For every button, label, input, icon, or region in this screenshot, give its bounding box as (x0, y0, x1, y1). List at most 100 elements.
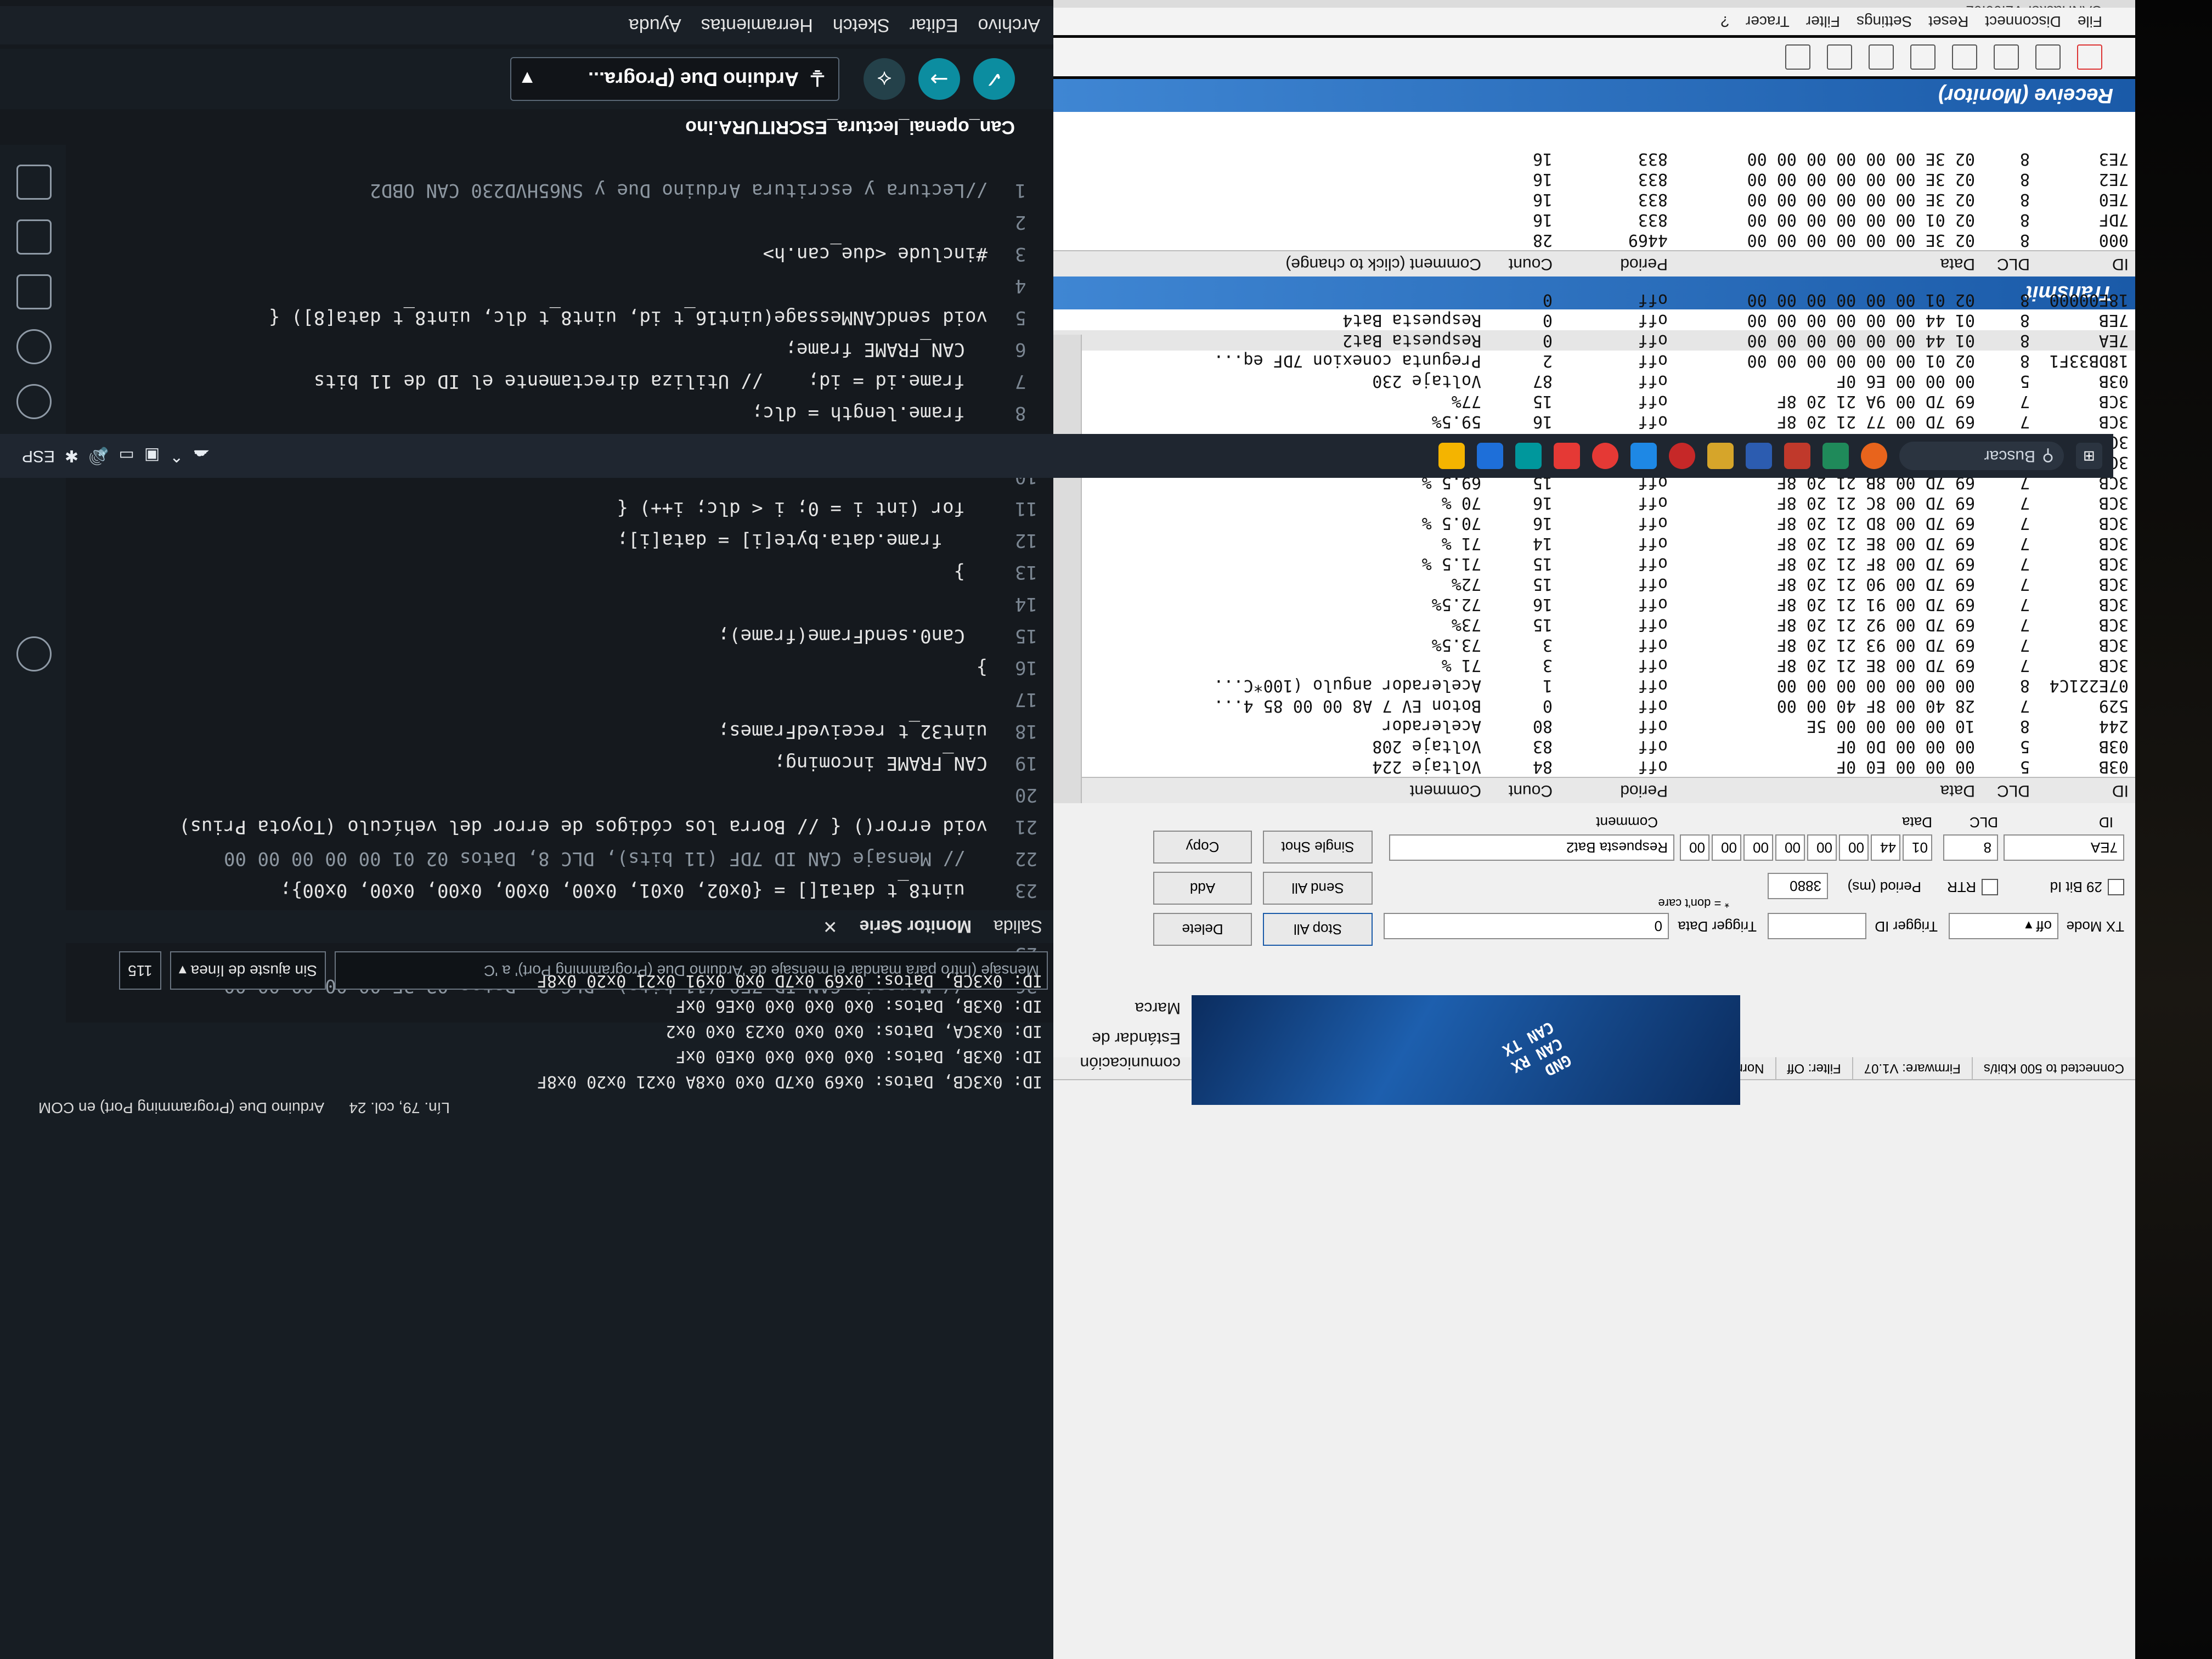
column-header[interactable]: Comment (click to change) (1071, 251, 1488, 276)
copy-button[interactable]: Copy (1153, 831, 1252, 864)
app-icon-red[interactable] (1669, 443, 1695, 469)
tx-data-byte-input[interactable]: 00 (1807, 834, 1837, 861)
table-row[interactable]: 03B 5 00 00 00 E6 0F off 87 Voltaje 230 (1053, 371, 2135, 391)
tx-data-byte-input[interactable]: 44 (1871, 834, 1900, 861)
column-header[interactable]: DLC (1982, 251, 2036, 276)
29bit-checkbox[interactable] (2108, 879, 2124, 895)
tx-data-byte-input[interactable]: 00 (1839, 834, 1869, 861)
tab-serial-monitor[interactable]: Monitor Serie (860, 917, 972, 937)
tx-comment-input[interactable]: Respuesta Bat2 (1389, 834, 1674, 861)
cloud-icon[interactable]: ☁ (193, 447, 210, 466)
transmit-scrollbar[interactable] (1053, 335, 1082, 803)
menu-item-sketch[interactable]: Sketch (833, 15, 890, 36)
column-header[interactable]: Data (1674, 778, 1982, 803)
folder-icon[interactable] (16, 165, 52, 200)
save-icon[interactable] (1827, 44, 1852, 70)
column-header[interactable]: Count (1488, 778, 1559, 803)
bluetooth-icon[interactable]: ✱ (65, 447, 78, 466)
menu-item-editar[interactable]: Editar (910, 15, 958, 36)
reset-icon[interactable] (1994, 44, 2019, 70)
receive-grid[interactable]: ID DLC Data Period Count Comment (click to ch… (1053, 112, 2135, 276)
verify-button[interactable]: ✓ (973, 58, 1015, 100)
tracer-icon[interactable] (1785, 44, 1810, 70)
delete-button[interactable]: Delete (1153, 913, 1252, 946)
record-icon[interactable] (1592, 443, 1618, 469)
tx-data-byte-input[interactable]: 00 (1712, 834, 1741, 861)
board-selector[interactable]: ⏚ Arduino Due (Progra... ▾ (510, 57, 839, 101)
table-row[interactable]: 03B 5 00 00 00 E0 0F off 84 Voltaje 224 (1053, 757, 2135, 777)
arduino-icon[interactable] (1515, 443, 1542, 469)
menu-item-ayuda[interactable]: Ayuda (629, 15, 681, 36)
table-row[interactable]: 3CB 7 69 7D 00 9A 21 20 8F off 15 77% (1053, 391, 2135, 411)
stop-all-button[interactable]: Stop All (1263, 913, 1373, 946)
tx-dlc-input[interactable]: 8 (1943, 834, 1998, 861)
code-editor[interactable]: 1 //Lectura y escritura Arduino Due y SN6… (66, 145, 1053, 1023)
add-button[interactable]: Add (1153, 872, 1252, 905)
column-header[interactable]: Count (1488, 251, 1559, 276)
app-icon-blue[interactable] (1477, 443, 1503, 469)
table-row[interactable]: 7EB 8 01 44 00 00 00 00 00 00 off 0 Respuesta… (1053, 310, 2135, 330)
table-row[interactable]: 3CB 7 69 7D 00 8E 21 20 8F off 14 71 % (1053, 533, 2135, 554)
weather-icon[interactable] (1861, 443, 1887, 469)
column-header[interactable]: ID (2036, 251, 2135, 276)
table-row[interactable]: 3CB 7 69 7D 00 77 21 20 8F off 16 59.5% (1053, 411, 2135, 432)
new-icon[interactable] (1910, 44, 1936, 70)
connect-icon[interactable] (2077, 44, 2102, 70)
table-row[interactable]: 7E3 8 02 3E 00 00 00 00 00 00 833 16 (1053, 149, 2135, 169)
open-icon[interactable] (1869, 44, 1894, 70)
search-icon[interactable] (16, 384, 52, 419)
table-row[interactable]: 3CB 7 69 7D 00 8C 21 20 8F off 16 70 % (1053, 493, 2135, 513)
tx-data-byte-input[interactable]: 00 (1680, 834, 1709, 861)
taskbar-search[interactable]: ⚲ Buscar (1899, 442, 2064, 470)
ch-menu-item[interactable]: Tracer (1746, 13, 1790, 30)
table-row[interactable]: 03B 5 00 00 00 D0 0F off 83 Voltaje 208 (1053, 736, 2135, 757)
debug-button[interactable]: ⟡ (864, 58, 905, 100)
table-row[interactable]: 3CB 7 69 7D 00 92 21 20 8F off 15 73% (1053, 614, 2135, 635)
ch-menu-item[interactable]: Reset (1928, 13, 1968, 30)
single-shot-button[interactable]: Single Shot (1263, 831, 1373, 864)
app-icon-c[interactable] (1630, 443, 1657, 469)
tx-mode-select[interactable]: off ▾ (1949, 913, 2058, 939)
column-header[interactable]: ID (2036, 778, 2135, 803)
photoshop-icon[interactable] (1746, 443, 1772, 469)
transmit-grid[interactable]: ID DLC Data Period Count Comment 03B 5 00 00 00 … (1053, 290, 2135, 803)
chevron-up-icon[interactable]: ⌃ (170, 447, 183, 466)
battery-icon[interactable]: ▭ (119, 447, 134, 466)
table-row[interactable]: 000 8 02 3E 00 00 00 00 00 00 4469 28 (1053, 230, 2135, 250)
column-header[interactable]: Period (1559, 251, 1674, 276)
table-row[interactable]: 3CB 7 69 7D 00 93 21 20 8F off 3 73.5% (1053, 635, 2135, 655)
start-icon[interactable]: ⊞ (2076, 443, 2102, 469)
account-icon[interactable] (16, 636, 52, 672)
network-icon[interactable]: ▣ (144, 447, 160, 466)
sketch-file-tab[interactable]: Can_openai_lectura_ESCRITURA.ino (0, 110, 1053, 145)
table-row[interactable]: 529 7 28 40 00 8F 40 00 00 off 0 Boton EV 7 A… (1053, 696, 2135, 716)
table-row[interactable]: 18DB33F1 8 02 01 00 00 00 00 00 00 off 2 Preg… (1053, 351, 2135, 371)
menu-item-herramientas[interactable]: Herramientas (701, 15, 813, 36)
column-header[interactable]: Comment (1071, 778, 1488, 803)
send-all-button[interactable]: Send All (1263, 872, 1373, 905)
ch-menu-item[interactable]: Settings (1857, 13, 1912, 30)
trigger-id-input[interactable] (1768, 913, 1866, 939)
table-row[interactable]: 18E00000 8 02 01 00 00 00 00 00 00 off 0 (1053, 290, 2135, 310)
tx-id-input[interactable]: 7EA (2004, 834, 2124, 861)
table-row[interactable]: 3CB 7 69 7D 00 8E 21 20 8F off 3 71 % (1053, 655, 2135, 675)
table-row[interactable]: 3CB 7 69 7D 00 90 21 20 8F off 15 72% (1053, 574, 2135, 594)
ch-menu-item[interactable]: File (2078, 13, 2102, 30)
debug-side-icon[interactable] (16, 329, 52, 364)
column-header[interactable]: Period (1559, 778, 1674, 803)
table-row[interactable]: 7E0 8 02 3E 00 00 00 00 00 00 833 16 (1053, 189, 2135, 210)
edge-icon[interactable] (1822, 443, 1849, 469)
tx-data-byte-input[interactable]: 00 (1743, 834, 1773, 861)
table-row[interactable]: 3CB 7 69 7D 00 8F 21 20 8F off 15 71.5 % (1053, 554, 2135, 574)
menu-item-archivo[interactable]: Archivo (978, 15, 1040, 36)
tab-output[interactable]: Salida (994, 917, 1042, 937)
canhacker-taskbar-icon[interactable] (1438, 443, 1465, 469)
ch-menu-item[interactable]: ? (1720, 13, 1729, 30)
trigger-data-input[interactable]: 0 (1384, 913, 1669, 939)
table-row[interactable]: 7E2 8 02 3E 00 00 00 00 00 00 833 16 (1053, 169, 2135, 189)
table-row[interactable]: 244 8 10 00 00 00 00 5E off 80 Acelerador (1053, 716, 2135, 736)
close-icon[interactable]: ✕ (823, 916, 838, 937)
filter-icon[interactable] (1952, 44, 1977, 70)
ch-menu-item[interactable]: Disconnect (1985, 13, 2061, 30)
table-row[interactable]: 7EA 8 01 44 00 00 00 00 00 00 off 0 Respuesta… (1053, 330, 2135, 351)
